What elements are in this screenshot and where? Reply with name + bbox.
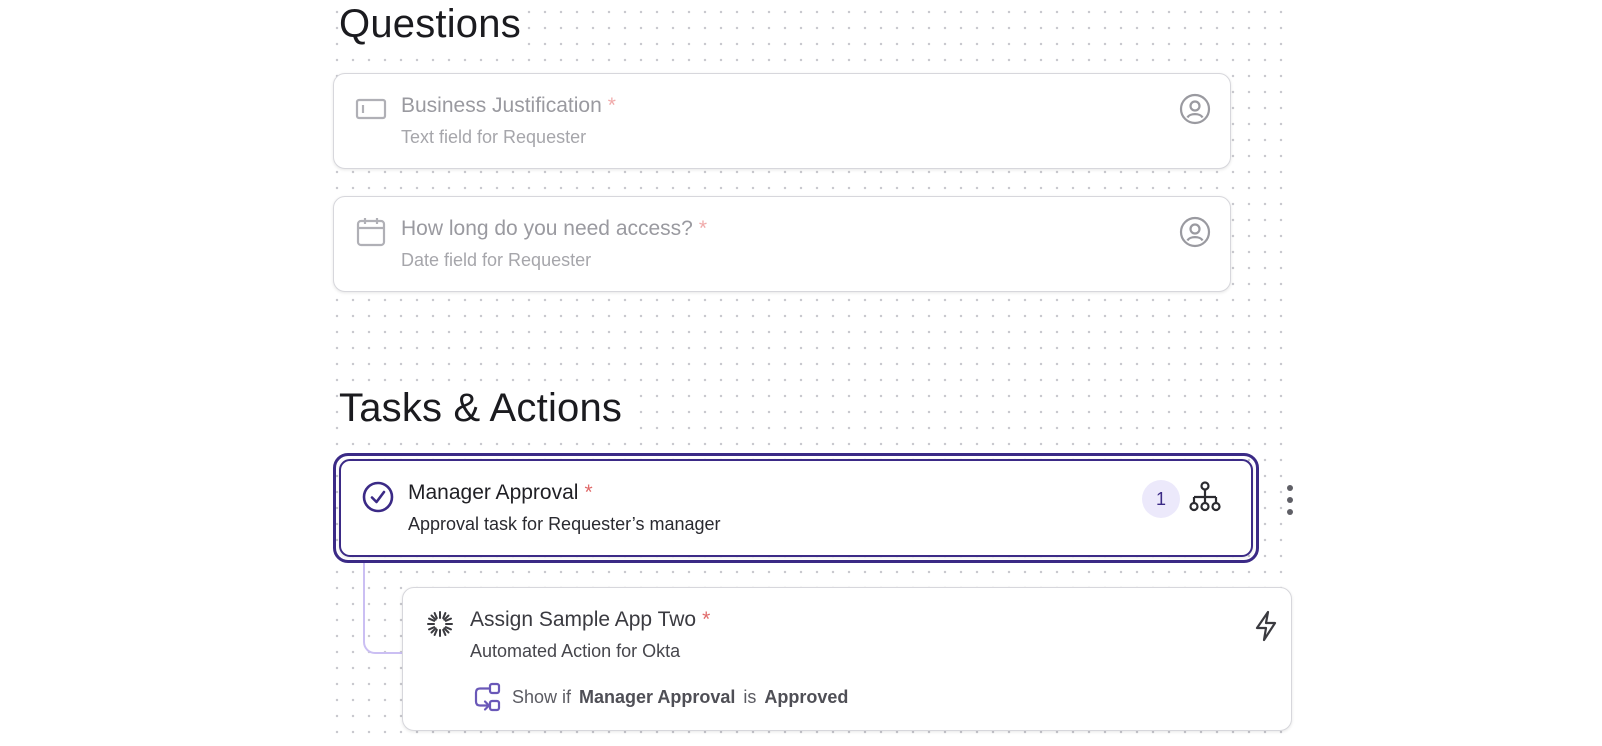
org-chart-icon[interactable] <box>1187 480 1223 516</box>
user-circle-icon[interactable] <box>1177 214 1213 250</box>
condition-task: Manager Approval <box>579 686 736 707</box>
action-subtitle: Automated Action for Okta <box>470 641 681 661</box>
question-card-access-duration[interactable]: How long do you need access? * Date field… <box>333 196 1231 292</box>
task-title: Manager Approval * <box>408 481 593 504</box>
required-asterisk: * <box>584 481 593 504</box>
condition-value: Approved <box>764 686 849 707</box>
more-options-icon[interactable] <box>1283 485 1297 515</box>
task-subtitle: Approval task for Requester’s manager <box>408 514 721 534</box>
question-title: How long do you need access? * <box>401 217 708 240</box>
required-asterisk: * <box>607 94 616 117</box>
branch-condition-icon <box>470 680 504 714</box>
questions-heading: Questions <box>339 0 527 48</box>
condition-operator: is <box>743 686 757 707</box>
lightning-icon[interactable] <box>1248 608 1284 644</box>
text-field-icon <box>354 92 388 126</box>
user-circle-icon[interactable] <box>1177 91 1213 127</box>
okta-sunburst-icon <box>423 607 457 641</box>
task-card-manager-approval[interactable]: Manager Approval * Approval task for Requ… <box>339 459 1253 557</box>
tasks-actions-heading: Tasks & Actions <box>339 384 629 432</box>
show-if-condition: Show if Manager Approval is Approved <box>470 680 856 714</box>
task-connector-line <box>363 562 403 654</box>
question-card-business-justification[interactable]: Business Justification * Text field for R… <box>333 73 1231 169</box>
condition-prefix: Show if <box>512 686 572 707</box>
action-card-assign-sample-app-two[interactable]: Assign Sample App Two * Automated Action … <box>402 587 1292 731</box>
calendar-icon <box>354 215 388 249</box>
question-subtitle: Date field for Requester <box>401 250 592 270</box>
action-title: Assign Sample App Two * <box>470 608 711 631</box>
approval-count-badge: 1 <box>1142 480 1180 518</box>
question-subtitle: Text field for Requester <box>401 127 587 147</box>
required-asterisk: * <box>698 217 708 240</box>
required-asterisk: * <box>702 608 711 631</box>
question-title: Business Justification * <box>401 94 616 117</box>
check-circle-icon <box>361 480 395 514</box>
